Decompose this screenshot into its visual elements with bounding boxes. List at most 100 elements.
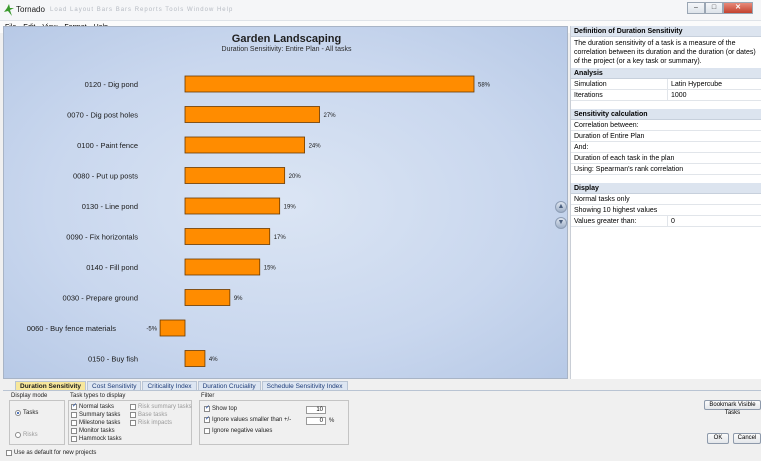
sensitivity-bar[interactable] (184, 167, 286, 184)
calc-text: Duration of Entire Plan (574, 132, 645, 140)
sensitivity-bar[interactable] (184, 75, 475, 93)
info-panel: Definition of Duration Sensitivity The d… (570, 26, 761, 379)
ignore-negative-checkbox[interactable]: Ignore negative values (204, 428, 272, 434)
radio-indicator (15, 410, 21, 416)
sensitivity-bar[interactable] (184, 228, 271, 245)
checkbox-box (130, 412, 136, 418)
definition-text: The duration sensitivity of a task is a … (574, 40, 756, 65)
value-label: 58% (478, 83, 491, 89)
window-title: Tornado (16, 5, 45, 14)
hammock-tasks-checkbox[interactable]: Hammock tasks (71, 436, 122, 442)
value-label: 20% (289, 174, 302, 180)
risks-radio-label: Risks (23, 432, 38, 438)
checkbox-label: Risk summary tasks (138, 404, 192, 410)
checkbox-label: Base tasks (138, 412, 168, 418)
calc-text: Duration of each task in the plan (574, 154, 675, 162)
show-top-stepper[interactable]: 10 (306, 406, 326, 414)
display-mode-group (9, 400, 65, 445)
calc-text: Using: Spearman's rank correlation (574, 165, 684, 173)
checkbox-label: Summary tasks (79, 412, 121, 418)
task-label: 0090 - Fix horizontals (66, 233, 138, 242)
summary-tasks-checkbox[interactable]: Summary tasks (71, 412, 120, 418)
show-top-checkbox[interactable]: Show top (204, 404, 238, 412)
checkbox-label: Milestone tasks (79, 420, 121, 426)
normal-tasks-checkbox[interactable]: Normal tasks (71, 402, 115, 410)
window-controls: – □ ✕ (687, 2, 753, 14)
task-label: 0080 - Put up posts (73, 172, 138, 181)
risks-radio[interactable]: Risks (15, 432, 38, 438)
analysis-value: 1000 (667, 89, 687, 101)
display-key: Values greater than: (574, 217, 637, 225)
sensitivity-bar[interactable] (184, 289, 231, 306)
task-label: 0060 - Buy fence materials (27, 324, 116, 333)
checkbox-label: Use as default for new projects (14, 450, 97, 456)
task-label: 0130 - Line pond (82, 202, 138, 211)
base-tasks-checkbox[interactable]: Base tasks (130, 412, 167, 418)
filter-label: Filter (201, 393, 215, 399)
tasks-radio[interactable]: Tasks (15, 410, 38, 416)
display-mode-label: Display mode (11, 393, 48, 399)
radio-indicator (15, 432, 21, 438)
display-text: Normal tasks only (574, 195, 630, 203)
task-label: 0140 - Fill pond (86, 263, 138, 272)
calc-row: And: (571, 142, 761, 153)
checkbox-box (130, 420, 136, 426)
value-label: 17% (274, 235, 287, 241)
calc-row: Using: Spearman's rank correlation (571, 164, 761, 175)
checkbox-box (6, 450, 12, 456)
display-value: 0 (667, 215, 675, 227)
use-as-default-checkbox[interactable]: Use as default for new projects (6, 450, 96, 456)
ghost-menu: Load Layout Bars Bars Reports Tools Wind… (50, 7, 234, 13)
value-label: 9% (234, 296, 243, 302)
value-label: 19% (284, 205, 297, 211)
definition-heading: Definition of Duration Sensitivity (571, 26, 761, 37)
checkbox-box (130, 404, 136, 410)
sensitivity-bar[interactable] (159, 319, 186, 337)
sensitivity-bar[interactable] (184, 106, 320, 123)
checkbox-label: Hammock tasks (79, 436, 122, 442)
risk-impacts-checkbox[interactable]: Risk impacts (130, 420, 172, 426)
value-label: 24% (309, 144, 322, 150)
risk-summary-tasks-checkbox[interactable]: Risk summary tasks (130, 404, 192, 410)
checkbox-box (204, 404, 210, 412)
task-label: 0150 - Buy fish (88, 355, 138, 364)
close-icon[interactable]: ✕ (723, 2, 753, 14)
sensitivity-bar[interactable] (184, 197, 281, 215)
bookmark-visible-tasks-button[interactable]: Bookmark Visible Tasks (704, 400, 761, 416)
analysis-heading: Analysis (571, 68, 761, 79)
minimize-icon[interactable]: – (687, 2, 705, 14)
ignore-small-checkbox[interactable]: Ignore values smaller than +/- (204, 415, 291, 423)
calc-row: Correlation between: (571, 120, 761, 131)
display-heading: Display (571, 183, 761, 194)
milestone-tasks-checkbox[interactable]: Milestone tasks (71, 420, 120, 426)
task-label: 0070 - Dig post holes (67, 111, 138, 120)
sensitivity-bar[interactable] (184, 136, 305, 154)
scroll-up-icon[interactable]: ▲ (555, 201, 567, 213)
calc-row: Duration of Entire Plan (571, 131, 761, 142)
sensitivity-bar[interactable] (184, 350, 206, 367)
checkbox-label: Ignore negative values (212, 428, 273, 434)
display-row: Showing 10 highest values (571, 205, 761, 216)
checkbox-box (71, 420, 77, 426)
maximize-icon[interactable]: □ (705, 2, 723, 14)
checkbox-label: Normal tasks (79, 404, 115, 410)
display-text: Showing 10 highest values (574, 206, 658, 214)
task-types-label: Task types to display (70, 393, 126, 399)
ok-button[interactable]: OK (707, 433, 729, 444)
ignore-small-stepper[interactable]: 0 (306, 417, 326, 425)
checkbox-box (204, 415, 210, 423)
app-logo-icon (4, 4, 14, 16)
analysis-row: Iterations 1000 (571, 89, 761, 101)
checkbox-box (71, 412, 77, 418)
monitor-tasks-checkbox[interactable]: Monitor tasks (71, 428, 115, 434)
sensitivity-bar[interactable] (184, 258, 261, 276)
cancel-button[interactable]: Cancel (733, 433, 761, 444)
checkbox-label: Show top (212, 406, 238, 412)
checkbox-box (71, 428, 77, 434)
checkbox-label: Monitor tasks (79, 428, 115, 434)
scroll-down-icon[interactable]: ▼ (555, 217, 567, 229)
value-label: 27% (324, 113, 337, 119)
tasks-radio-label: Tasks (23, 410, 39, 416)
checkbox-label: Risk impacts (138, 420, 173, 426)
display-row: Normal tasks only (571, 194, 761, 205)
